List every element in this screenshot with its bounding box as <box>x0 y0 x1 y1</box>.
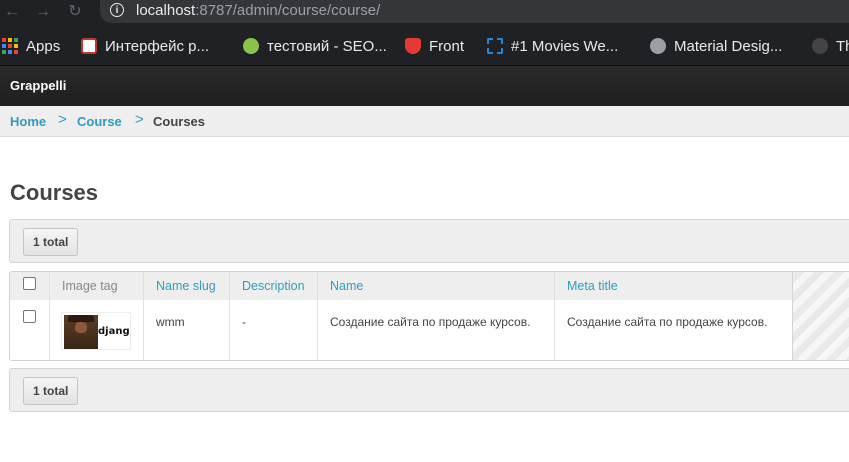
column-name[interactable]: Name <box>318 272 555 300</box>
globe-favicon <box>650 38 666 54</box>
column-header-label: Image tag <box>62 279 118 293</box>
breadcrumb-home[interactable]: Home <box>10 114 46 129</box>
description-value: - <box>242 315 246 329</box>
name-slug-value[interactable]: wmm <box>156 315 185 329</box>
bookmarks-bar: Apps Интерфейс р... тестовий - SEO... Fr… <box>0 29 849 66</box>
select-all-cell <box>10 272 50 300</box>
row-checkbox[interactable] <box>23 310 36 323</box>
column-name-slug[interactable]: Name slug <box>144 272 230 300</box>
bookmark-label: Интерфейс р... <box>105 37 210 55</box>
thumbnail-hat <box>68 315 94 322</box>
movies-favicon <box>487 38 503 54</box>
meta-title-value: Создание сайта по продаже курсов. <box>567 315 768 329</box>
bookmark-label: тестовий - SEO... <box>267 37 387 55</box>
results-table: Image tag Name slug Description Name Met… <box>9 271 849 361</box>
bookmark-label: #1 Movies We... <box>511 37 619 55</box>
description-cell: - <box>230 300 318 360</box>
name-slug-cell[interactable]: wmm <box>144 300 230 360</box>
column-header-label[interactable]: Name slug <box>156 279 216 293</box>
table-header: Image tag Name slug Description Name Met… <box>10 272 792 301</box>
bookmark-overflow[interactable]: Th <box>812 36 849 56</box>
chevron-right-icon: > <box>135 111 144 128</box>
heart-favicon <box>405 38 421 54</box>
apps-grid-icon <box>2 38 18 54</box>
column-header-label[interactable]: Meta title <box>567 279 618 293</box>
select-all-checkbox[interactable] <box>23 277 36 290</box>
brand-title[interactable]: Grappelli <box>10 78 66 93</box>
course-thumbnail: django <box>61 312 131 350</box>
page-title: Courses <box>10 180 99 205</box>
bookmark-front[interactable]: Front <box>405 36 464 56</box>
github-favicon <box>812 38 828 54</box>
address-bar[interactable]: i localhost:8787/admin/course/course/ <box>100 0 849 23</box>
bookmark-apps[interactable]: Apps <box>2 36 60 56</box>
column-header-label[interactable]: Name <box>330 279 363 293</box>
admin-header: Grappelli <box>0 66 849 106</box>
total-count-button[interactable]: 1 total <box>23 228 79 256</box>
chevron-right-icon: > <box>58 111 67 128</box>
total-count-button[interactable]: 1 total <box>23 377 79 405</box>
breadcrumb-course[interactable]: Course <box>77 114 122 129</box>
thumbnail-logo-text: django <box>98 326 130 337</box>
table-overflow-area <box>792 272 849 360</box>
bookmark-favicon <box>81 38 97 54</box>
browser-toolbar: ← → ↻ i localhost:8787/admin/course/cour… <box>0 0 849 29</box>
bookmark-seo[interactable]: тестовий - SEO... <box>243 36 387 56</box>
column-description[interactable]: Description <box>230 272 318 300</box>
back-arrow-icon[interactable]: ← <box>2 2 22 22</box>
bottom-toolbar: 1 total <box>9 368 849 412</box>
seo-favicon <box>243 38 259 54</box>
bookmark-label: Apps <box>26 37 61 55</box>
url-path: :8787/admin/course/course/ <box>195 2 381 19</box>
breadcrumb-current: Courses <box>153 114 206 129</box>
site-info-icon[interactable]: i <box>110 3 124 17</box>
forward-arrow-icon[interactable]: → <box>33 2 53 22</box>
breadcrumb: Home > Course > Courses <box>0 106 849 137</box>
bookmark-movies[interactable]: #1 Movies We... <box>487 36 618 56</box>
meta-title-cell: Создание сайта по продаже курсов. <box>555 300 792 360</box>
bookmark-material[interactable]: Material Desig... <box>650 36 782 56</box>
table-row: django wmm - Создание сайта по продаже к… <box>10 300 792 360</box>
bookmark-label: Material Desig... <box>674 37 783 55</box>
bookmark-label: Th <box>836 37 849 55</box>
bookmark-label: Front <box>429 37 465 55</box>
row-select-cell <box>10 300 50 360</box>
reload-icon[interactable]: ↻ <box>65 2 85 22</box>
name-cell: Создание сайта по продаже курсов. <box>318 300 555 360</box>
column-image-tag: Image tag <box>50 272 144 300</box>
column-meta-title[interactable]: Meta title <box>555 272 792 300</box>
column-header-label[interactable]: Description <box>242 279 305 293</box>
thumbnail-face <box>75 322 87 333</box>
url-host: localhost <box>136 2 196 19</box>
image-tag-cell: django <box>50 300 144 360</box>
bookmark-interface[interactable]: Интерфейс р... <box>81 36 209 56</box>
top-toolbar: 1 total <box>9 219 849 263</box>
url-text: localhost:8787/admin/course/course/ <box>136 2 380 19</box>
name-value: Создание сайта по продаже курсов. <box>330 315 531 329</box>
